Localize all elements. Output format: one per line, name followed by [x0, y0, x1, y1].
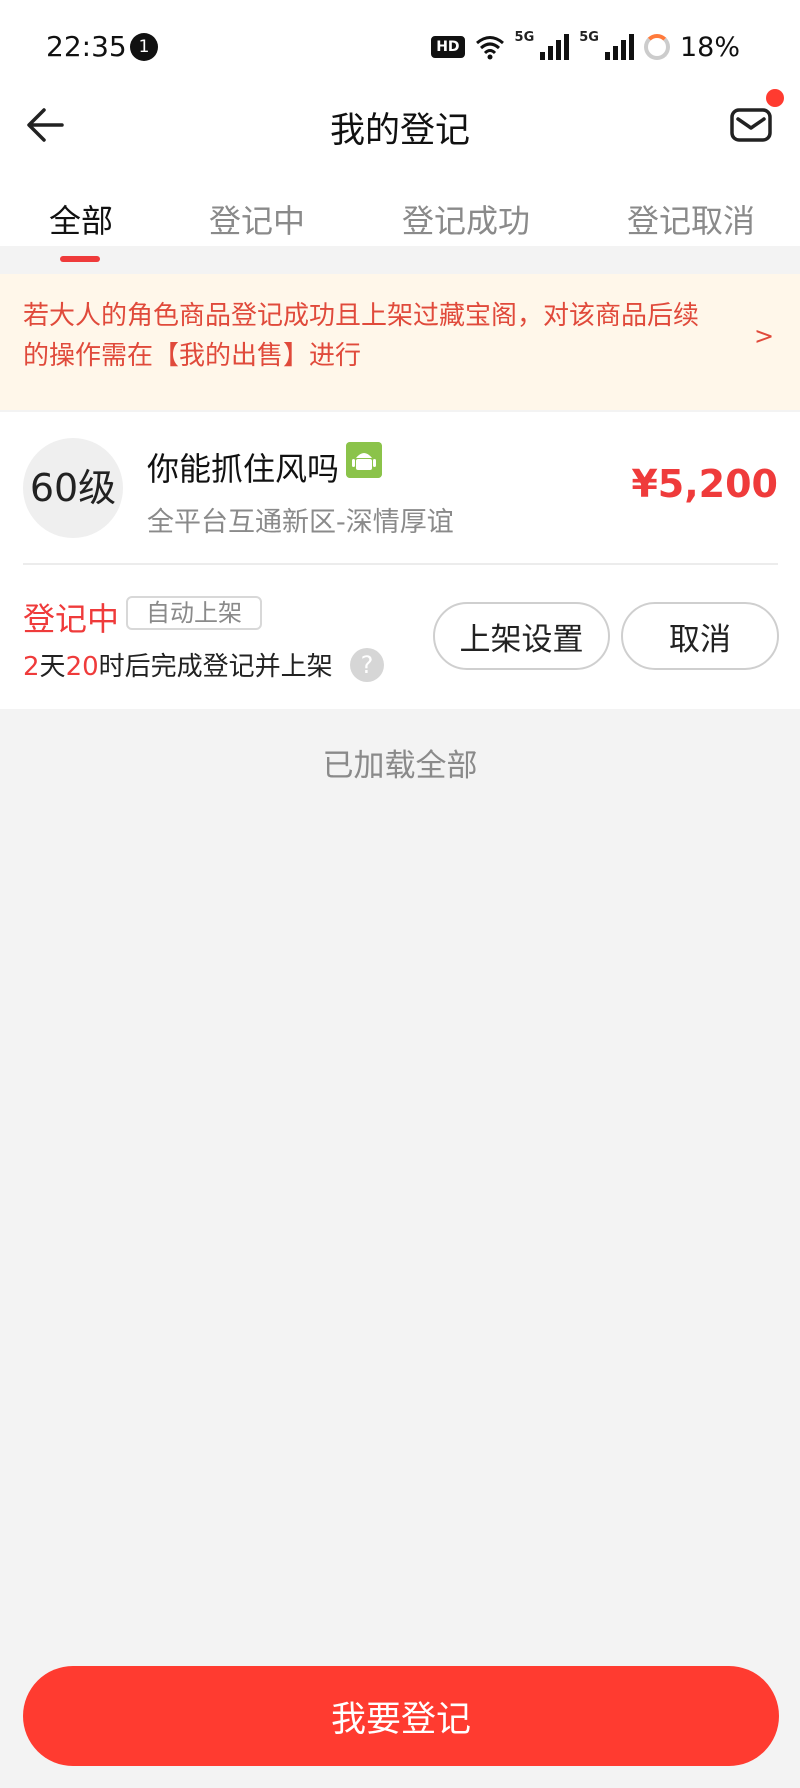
page-header: 我的登记 全部 登记中 登记成功 登记取消 [0, 86, 800, 262]
auto-list-tag: 自动上架 [126, 596, 262, 630]
countdown-days-unit: 天 [39, 652, 66, 682]
unread-dot [766, 89, 784, 107]
level-badge: 60级 [23, 438, 123, 538]
mail-icon[interactable] [727, 100, 777, 150]
registration-card: 60级 你能抓住风吗 全平台互通新区-深情厚谊 ¥5,200 登记中 自动上架 … [0, 412, 800, 709]
signal-icon [540, 34, 570, 60]
price: ¥5,200 [631, 462, 778, 506]
battery-icon [643, 34, 670, 60]
wifi-icon [475, 36, 504, 60]
notification-count-badge: 1 [130, 33, 158, 61]
hd-icon: HD [431, 36, 465, 58]
network-5g-label-2: 5G [579, 30, 599, 45]
page-title: 我的登记 [329, 111, 470, 151]
status-label: 登记中 [23, 600, 120, 638]
character-name: 你能抓住风吗 [147, 450, 340, 488]
divider [23, 563, 778, 565]
tab-registered-success[interactable]: 登记成功 [402, 196, 530, 242]
chevron-right-icon: > [754, 322, 775, 350]
notice-banner[interactable]: 若大人的角色商品登记成功且上架过藏宝阁，对该商品后续的操作需在【我的出售】进行 … [0, 274, 800, 410]
tab-registered-cancelled[interactable]: 登记取消 [627, 196, 755, 242]
list-end-text: 已加载全部 [322, 748, 478, 784]
help-icon[interactable]: ? [350, 648, 384, 682]
listing-settings-button[interactable]: 上架设置 [433, 602, 610, 670]
countdown-text: 2天20时后完成登记并上架 [23, 646, 333, 683]
countdown-suffix: 时后完成登记并上架 [98, 652, 333, 682]
battery-percent: 18% [679, 31, 740, 63]
tab-bar: 全部 登记中 登记成功 登记取消 [0, 196, 800, 262]
countdown-hours: 20 [65, 652, 99, 682]
signal-icon [604, 34, 634, 60]
cancel-button[interactable]: 取消 [621, 602, 779, 670]
network-5g-label-1: 5G [514, 30, 535, 45]
notice-text: 若大人的角色商品登记成功且上架过藏宝阁，对该商品后续的操作需在【我的出售】进行 [23, 301, 700, 371]
active-tab-indicator [60, 256, 100, 262]
android-icon [346, 442, 382, 478]
register-button[interactable]: 我要登记 [23, 1666, 779, 1766]
tab-all[interactable]: 全部 [49, 196, 113, 242]
tab-registering[interactable]: 登记中 [209, 196, 305, 242]
status-icons: HD 5G 5G 18% [431, 30, 740, 64]
status-bar: 22:35 1 HD 5G 5G 18% [0, 0, 800, 86]
status-time: 22:35 [46, 30, 127, 63]
server-name: 全平台互通新区-深情厚谊 [147, 507, 454, 538]
countdown-days: 2 [23, 652, 40, 682]
